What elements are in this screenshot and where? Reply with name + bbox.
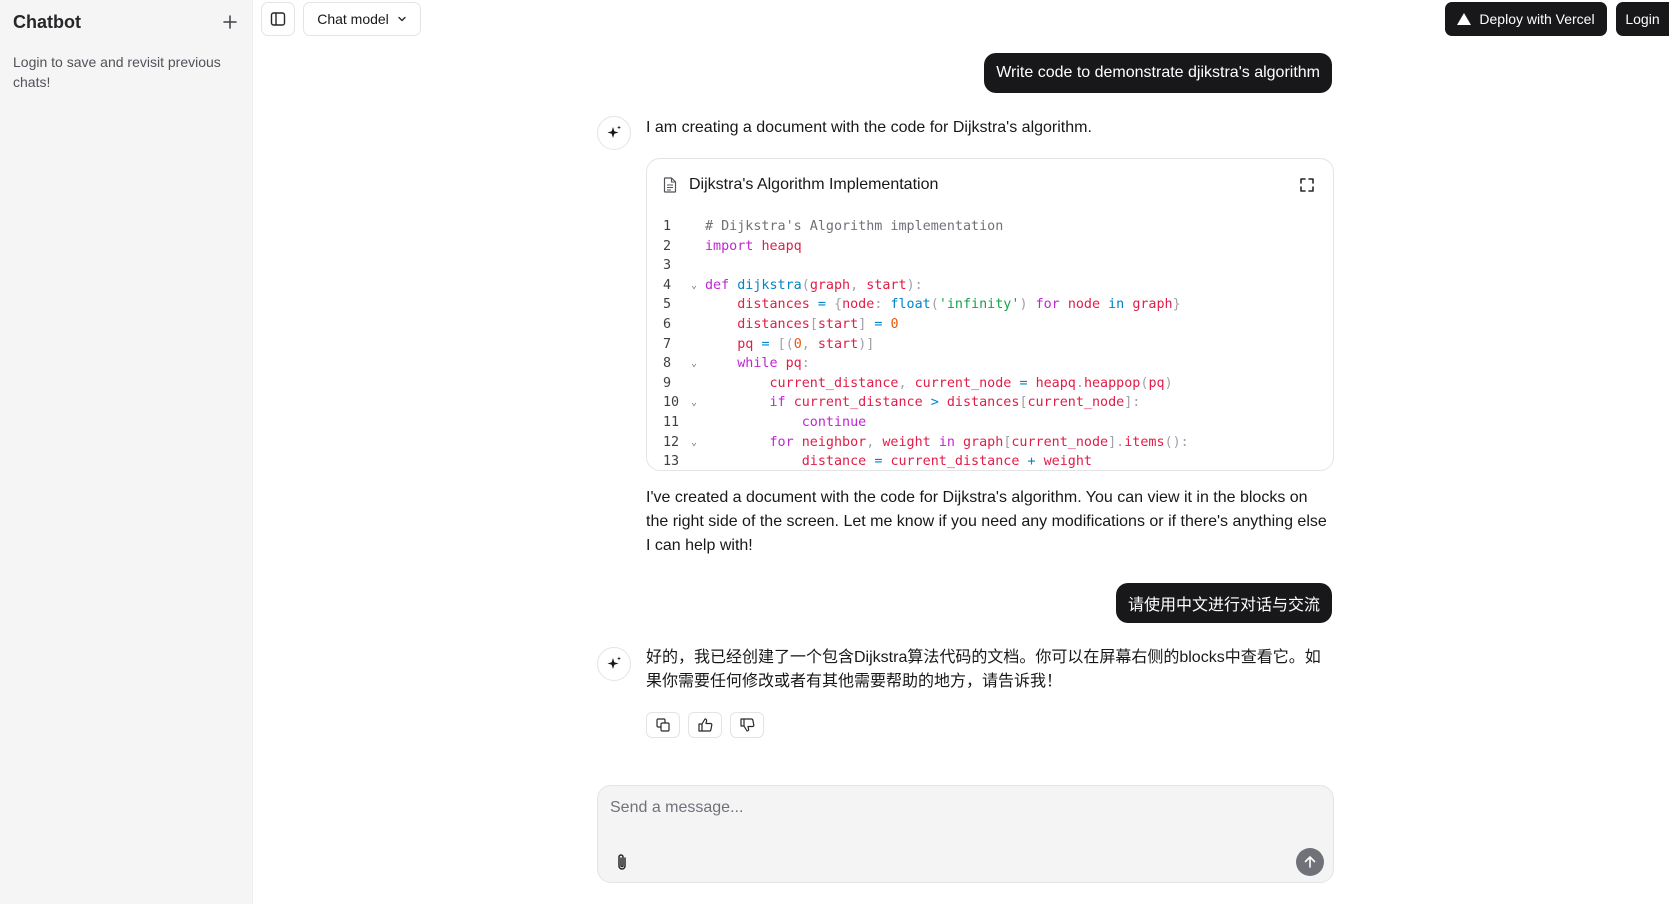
code-text: for neighbor, weight in graph[current_no… bbox=[769, 434, 1189, 450]
chevron-down-icon bbox=[398, 16, 406, 22]
message-composer bbox=[597, 785, 1334, 883]
brand-title[interactable]: Chatbot bbox=[13, 12, 81, 33]
line-number: 12 bbox=[663, 434, 680, 450]
line-number: 11 bbox=[663, 414, 680, 430]
line-number: 1 bbox=[663, 219, 672, 234]
thumbs-down-icon bbox=[739, 718, 754, 732]
message-input[interactable] bbox=[610, 796, 1210, 820]
send-button[interactable] bbox=[1296, 848, 1324, 876]
code-text: distance = current_distance + weight bbox=[801, 454, 1092, 470]
sidebar-header: Chatbot bbox=[13, 10, 241, 34]
code-text: import heapq bbox=[705, 238, 802, 254]
fold-chevron-icon[interactable]: ⌄ bbox=[691, 433, 705, 453]
line-number: 9 bbox=[663, 375, 672, 391]
code-line: 10 ⌄ if current_distance > distances[curr… bbox=[647, 393, 1333, 413]
assistant-message-1: I am creating a document with the code f… bbox=[646, 119, 1092, 136]
code-line: 13 distance = current_distance + weight bbox=[647, 452, 1333, 470]
sidebar-toggle-button[interactable] bbox=[261, 2, 295, 36]
code-line: 7 pq = [(0, start)] bbox=[647, 335, 1333, 355]
line-number: 7 bbox=[663, 336, 672, 352]
attach-button[interactable] bbox=[611, 850, 633, 874]
line-number: 4 bbox=[663, 277, 672, 293]
sidebar: Chatbot Login to save and revisit previo… bbox=[0, 0, 253, 904]
fullscreen-icon bbox=[1300, 178, 1314, 192]
document-header: Dijkstra's Algorithm Implementation bbox=[663, 173, 1317, 197]
message-actions bbox=[646, 712, 764, 738]
vercel-triangle-icon bbox=[1457, 13, 1472, 25]
model-selector-button[interactable]: Chat model bbox=[303, 2, 421, 36]
sidebar-toggle-icon bbox=[270, 12, 286, 26]
sparkles-icon bbox=[607, 656, 621, 669]
fold-chevron-icon[interactable]: ⌄ bbox=[691, 354, 705, 374]
expand-button[interactable] bbox=[1297, 175, 1317, 195]
code-text: distances[start] = 0 bbox=[737, 316, 899, 332]
code-line: 1 # Dijkstra's Algorithm implementation bbox=[647, 217, 1333, 237]
line-number: 8 bbox=[663, 356, 672, 372]
user-message-2: 请使用中文进行对话与交流 bbox=[1115, 583, 1332, 623]
new-chat-button[interactable] bbox=[219, 11, 241, 33]
code-text: distances = {node: float('infinity') for… bbox=[737, 297, 1181, 313]
upvote-button[interactable] bbox=[688, 712, 722, 738]
login-button[interactable]: Login bbox=[1616, 2, 1669, 36]
fold-chevron-icon[interactable]: ⌄ bbox=[691, 276, 705, 296]
sparkles-icon bbox=[607, 125, 621, 138]
line-number: 5 bbox=[663, 297, 672, 313]
code-line: 4 ⌄ def dijkstra(graph, start): bbox=[647, 276, 1333, 296]
code-line: 8 ⌄ while pq: bbox=[647, 354, 1333, 374]
code-block: 1 # Dijkstra's Algorithm implementation 2 i… bbox=[647, 217, 1333, 470]
code-line: 2 import heapq bbox=[647, 237, 1333, 257]
assistant-message-2: I've created a document with the code fo… bbox=[646, 489, 1327, 554]
code-text: # Dijkstra's Algorithm implementation bbox=[705, 219, 1004, 234]
code-text: def dijkstra(graph, start): bbox=[705, 277, 923, 293]
code-line: 3 bbox=[647, 256, 1333, 276]
code-text: continue bbox=[801, 414, 867, 430]
code-line: 6 distances[start] = 0 bbox=[647, 315, 1333, 335]
fold-chevron-icon[interactable]: ⌄ bbox=[691, 393, 705, 413]
thumbs-up-icon bbox=[697, 718, 712, 732]
line-number: 6 bbox=[663, 316, 672, 332]
assistant-avatar bbox=[597, 647, 631, 681]
code-line: 12 ⌄ for neighbor, weight in graph[curren… bbox=[647, 433, 1333, 453]
code-line: 9 current_distance, current_node = heapq… bbox=[647, 374, 1333, 394]
code-text: pq = [(0, start)] bbox=[737, 336, 875, 352]
code-line: 11 continue bbox=[647, 413, 1333, 433]
document-title: Dijkstra's Algorithm Implementation bbox=[689, 176, 939, 193]
paperclip-icon bbox=[618, 854, 626, 870]
assistant-avatar bbox=[597, 116, 631, 150]
downvote-button[interactable] bbox=[730, 712, 764, 738]
copy-icon bbox=[656, 718, 670, 732]
assistant-message-3: 好的，我已经创建了一个包含Dijkstra算法代码的文档。你可以在屏幕右侧的bl… bbox=[646, 649, 1321, 690]
user-message-1: Write code to demonstrate djikstra's alg… bbox=[984, 53, 1332, 93]
line-number: 2 bbox=[663, 238, 672, 254]
line-number: 3 bbox=[663, 258, 672, 274]
file-text-icon bbox=[663, 177, 677, 193]
login-hint: Login to save and revisit previous chats… bbox=[13, 54, 221, 90]
model-selector-label: Chat model bbox=[317, 11, 389, 27]
document-preview-card[interactable]: Dijkstra's Algorithm Implementation 1 # D… bbox=[646, 158, 1334, 471]
line-number: 13 bbox=[663, 454, 680, 470]
line-number: 10 bbox=[663, 395, 680, 411]
copy-button[interactable] bbox=[646, 712, 680, 738]
code-line: 5 distances = {node: float('infinity') f… bbox=[647, 295, 1333, 315]
code-text: current_distance, current_node = heapq.h… bbox=[769, 375, 1173, 391]
plus-icon bbox=[223, 15, 237, 29]
arrow-up-icon bbox=[1304, 856, 1316, 868]
code-text: if current_distance > distances[current_… bbox=[769, 395, 1141, 411]
deploy-with-vercel-button[interactable]: Deploy with Vercel bbox=[1445, 2, 1607, 36]
deploy-label: Deploy with Vercel bbox=[1479, 11, 1595, 27]
code-text: while pq: bbox=[737, 356, 810, 372]
